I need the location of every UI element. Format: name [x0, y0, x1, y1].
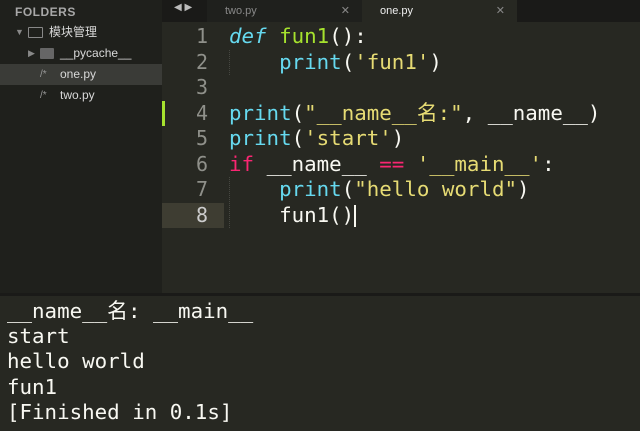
code-token: "hello world" — [354, 177, 518, 201]
line-number: 3 — [195, 75, 208, 99]
code-token: "__name__名:" — [304, 100, 463, 125]
line-number: 1 — [195, 24, 208, 48]
code-token: def — [229, 24, 267, 48]
code-token: ( — [341, 177, 355, 201]
folder-open-icon — [28, 27, 43, 38]
output-line: hello world — [7, 349, 145, 374]
line-number: 2 — [195, 49, 208, 74]
code-token: ) — [391, 126, 405, 150]
sidebar: FOLDERS ▼ 模块管理 ▶ __pycache__ /* one.py /… — [0, 0, 162, 293]
tree-item-label: __pycache__ — [60, 46, 132, 60]
code-token: fun1() — [229, 202, 355, 227]
line-number: 5 — [195, 126, 208, 150]
code-token: (): — [329, 24, 367, 48]
indent-guide — [229, 177, 230, 228]
tree-item-label: one.py — [60, 67, 97, 81]
code-token: ( — [291, 100, 305, 125]
close-tab-icon[interactable]: ✕ — [341, 0, 350, 22]
tab-label: one.py — [380, 5, 414, 17]
tree-item-label: two.py — [60, 88, 95, 102]
code-token: print — [229, 126, 292, 150]
output-line: fun1 — [7, 374, 58, 399]
output-line: __name__名: __main__ — [7, 299, 254, 323]
tab-nav-arrows-icon[interactable]: ◀ ▶ — [174, 2, 192, 13]
output-line: start — [7, 324, 70, 349]
file-code-icon: /* — [40, 90, 47, 101]
close-tab-icon[interactable]: ✕ — [496, 0, 505, 22]
code-token: if — [229, 151, 255, 176]
code-token: ) — [517, 177, 530, 201]
tree-item-two-py[interactable]: /* two.py — [0, 85, 162, 106]
code-token: print — [279, 177, 342, 201]
code-line[interactable]: print("__name__名:", __name__) — [229, 101, 600, 127]
folders-header: FOLDERS — [15, 5, 76, 19]
file-code-icon: /* — [40, 69, 47, 80]
code-token: ( — [291, 126, 305, 150]
tree-item-label: 模块管理 — [49, 25, 98, 39]
folder-icon — [40, 48, 54, 59]
line-number: 6 — [195, 151, 208, 176]
code-token: : — [542, 151, 555, 176]
code-token: , __name__) — [462, 100, 601, 125]
code-token: fun1 — [279, 24, 330, 48]
code-token: 'start' — [304, 126, 392, 150]
disclosure-open-icon: ▼ — [15, 27, 24, 37]
tab-label: two.py — [225, 5, 257, 17]
code-line[interactable]: print('fun1') — [229, 50, 442, 76]
code-token: ( — [341, 49, 355, 74]
code-token: 'fun1' — [354, 49, 430, 74]
tree-item-pycache[interactable]: ▶ __pycache__ — [0, 43, 162, 64]
code-token: __name__ — [254, 151, 380, 176]
code-editor[interactable]: 1 def fun1(): 2 print('fun1') 3 4 print("__na… — [162, 22, 640, 293]
code-token: print — [229, 100, 292, 125]
tree-item-folder-root[interactable]: ▼ 模块管理 — [0, 22, 162, 43]
code-token: print — [279, 49, 342, 74]
output-line: [Finished in 0.1s] — [7, 399, 233, 424]
tab-bar: ◀ ▶ two.py ✕ one.py ✕ — [162, 0, 640, 22]
tab-two-py[interactable]: two.py ✕ — [207, 0, 362, 22]
build-output-panel: __name__名: __main__ start hello world fun1[… — [0, 296, 640, 431]
code-line[interactable]: print('start') — [229, 126, 404, 152]
tree-item-one-py[interactable]: /* one.py — [0, 64, 162, 85]
code-token: ) — [429, 49, 442, 74]
modified-line-marker — [162, 100, 165, 126]
tab-one-py[interactable]: one.py ✕ — [362, 0, 517, 22]
line-number: 4 — [195, 100, 208, 125]
indent-guide — [229, 49, 230, 75]
code-token: == — [379, 151, 405, 176]
text-cursor — [354, 204, 357, 227]
code-line[interactable]: fun1() — [229, 202, 357, 229]
line-number: 8 — [162, 202, 224, 228]
code-line[interactable]: if __name__ == '__main__': — [229, 152, 555, 178]
disclosure-closed-icon: ▶ — [28, 48, 35, 58]
code-line[interactable]: print("hello world") — [229, 177, 530, 203]
code-line[interactable]: def fun1(): — [229, 24, 367, 50]
code-token: '__main__' — [416, 151, 543, 176]
line-number: 7 — [195, 177, 208, 201]
